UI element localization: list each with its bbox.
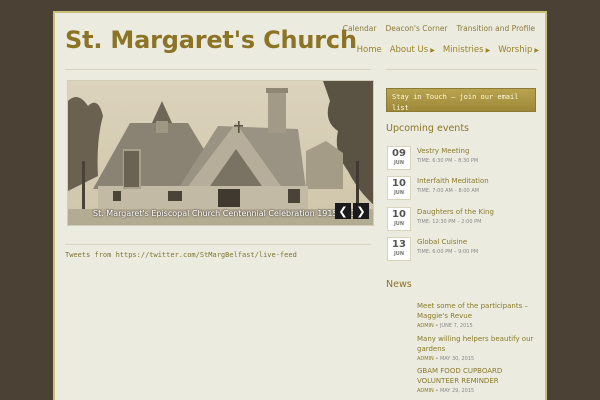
- news-title[interactable]: Many willing helpers beautify our garden…: [417, 334, 537, 354]
- news-meta: ADMIN • MAY 29, 2015: [417, 388, 475, 394]
- event-time: TIME: 6:30 PM – 8:30 PM: [417, 158, 479, 164]
- main-nav-home[interactable]: Home: [357, 45, 382, 55]
- chevron-left-icon: ❮: [338, 204, 348, 218]
- main-nav: Home About Us ▶ Ministries ▶ Worship ▶: [357, 45, 539, 55]
- top-nav: Calendar Deacon's Corner Transition and …: [343, 24, 535, 33]
- news-meta: ADMIN • JUNE 7, 2015: [417, 323, 473, 329]
- divider: [65, 69, 371, 70]
- divider: [386, 69, 537, 70]
- news-meta: ADMIN • MAY 30, 2015: [417, 356, 475, 362]
- event-item[interactable]: 13 JUN Global Cuisine TIME: 6:00 PM – 9:…: [386, 237, 537, 263]
- news-title[interactable]: Meet some of the participants – Maggie's…: [417, 301, 537, 321]
- tweets-link[interactable]: Tweets from https://twitter.com/StMargBe…: [65, 251, 297, 259]
- event-title[interactable]: Global Cuisine: [417, 238, 467, 246]
- news-author[interactable]: ADMIN: [417, 323, 434, 329]
- chevron-right-icon: ❯: [356, 204, 366, 218]
- top-nav-calendar[interactable]: Calendar: [343, 24, 377, 33]
- event-title[interactable]: Daughters of the King: [417, 208, 494, 216]
- slider-next-button[interactable]: ❯: [353, 203, 369, 219]
- submenu-arrow-icon: ▶: [485, 46, 491, 54]
- submenu-arrow-icon: ▶: [534, 46, 539, 54]
- top-nav-deacons-corner[interactable]: Deacon's Corner: [385, 24, 447, 33]
- news-item: Many willing helpers beautify our garden…: [417, 334, 537, 362]
- news-date: MAY 30, 2015: [439, 356, 475, 362]
- news-item: Meet some of the participants – Maggie's…: [417, 301, 537, 329]
- page-container: St. Margaret's Church Calendar Deacon's …: [53, 11, 547, 400]
- news-title[interactable]: GBAM FOOD CUPBOARD VOLUNTEER REMINDER: [417, 366, 537, 386]
- upcoming-events-heading: Upcoming events: [386, 123, 469, 134]
- event-date-badge: 10 JUN: [387, 207, 411, 231]
- news-item: GBAM FOOD CUPBOARD VOLUNTEER REMINDER AD…: [417, 366, 537, 394]
- news-date: JUNE 7, 2015: [439, 323, 473, 329]
- church-photo: [68, 81, 373, 225]
- main-nav-ministries[interactable]: Ministries ▶: [443, 45, 490, 55]
- main-nav-worship[interactable]: Worship ▶: [498, 45, 539, 55]
- event-item[interactable]: 09 JUN Vestry Meeting TIME: 6:30 PM – 8:…: [386, 146, 537, 172]
- event-date-badge: 13 JUN: [387, 237, 411, 261]
- news-author[interactable]: ADMIN: [417, 356, 434, 362]
- site-title[interactable]: St. Margaret's Church: [65, 26, 357, 54]
- main-nav-about-us[interactable]: About Us ▶: [390, 45, 435, 55]
- event-date-badge: 10 JUN: [387, 176, 411, 200]
- news-author[interactable]: ADMIN: [417, 388, 434, 394]
- slider-caption: St. Margaret's Episcopal Church Centenni…: [93, 209, 361, 218]
- event-time: TIME: 6:00 PM – 9:00 PM: [417, 249, 479, 255]
- news-date: MAY 29, 2015: [439, 388, 475, 394]
- submenu-arrow-icon: ▶: [430, 46, 435, 54]
- slider-prev-button[interactable]: ❮: [335, 203, 351, 219]
- top-nav-transition-profile[interactable]: Transition and Profile: [457, 24, 535, 33]
- event-date-badge: 09 JUN: [387, 146, 411, 170]
- event-title[interactable]: Vestry Meeting: [417, 147, 469, 155]
- event-item[interactable]: 10 JUN Daughters of the King TIME: 12:30…: [386, 207, 537, 233]
- divider: [65, 244, 371, 245]
- event-time: TIME: 7:00 AM – 8:00 AM: [417, 188, 480, 194]
- event-item[interactable]: 10 JUN Interfaith Meditation TIME: 7:00 …: [386, 176, 537, 202]
- image-slider[interactable]: St. Margaret's Episcopal Church Centenni…: [67, 80, 374, 226]
- event-title[interactable]: Interfaith Meditation: [417, 177, 489, 185]
- news-heading: News: [386, 279, 412, 290]
- event-time: TIME: 12:30 PM – 2:00 PM: [417, 219, 482, 225]
- stay-in-touch-button[interactable]: Stay in Touch – join our email list: [386, 88, 536, 112]
